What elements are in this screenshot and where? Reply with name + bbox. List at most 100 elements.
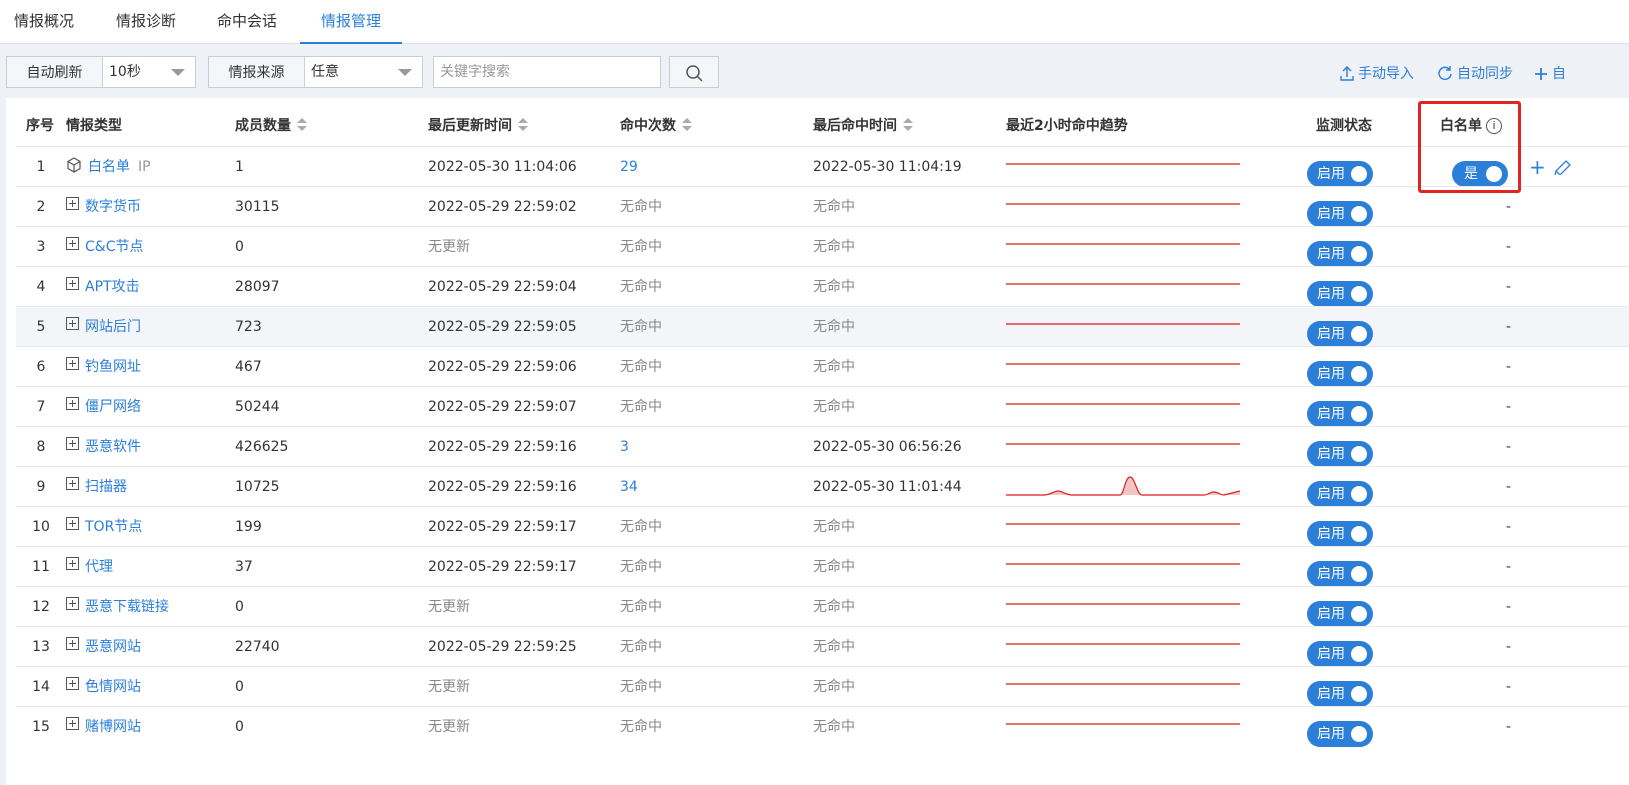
monitor-toggle[interactable]: 启用 <box>1307 521 1373 547</box>
expand-icon[interactable] <box>66 677 79 690</box>
intel-type-cell[interactable]: 钓鱼网址 <box>66 347 141 387</box>
intel-type-cell[interactable]: 代理 <box>66 547 113 587</box>
hit-count[interactable]: 29 <box>620 147 638 187</box>
intel-type-cell[interactable]: APT攻击 <box>66 267 140 307</box>
header-hits[interactable]: 命中次数 <box>620 98 692 146</box>
intel-type-cell[interactable]: 恶意软件 <box>66 427 141 467</box>
monitor-toggle[interactable]: 启用 <box>1307 281 1373 307</box>
intel-type-label[interactable]: 赌博网站 <box>85 719 141 735</box>
intel-type-cell[interactable]: 色情网站 <box>66 667 141 707</box>
expand-icon[interactable] <box>66 597 79 610</box>
expand-icon[interactable] <box>66 317 79 330</box>
trend-sparkline <box>1006 587 1240 627</box>
intel-type-label[interactable]: 恶意软件 <box>85 439 141 455</box>
monitor-toggle-label: 启用 <box>1317 686 1345 702</box>
tab-hit-sessions[interactable]: 命中会话 <box>203 0 291 44</box>
intel-type-label[interactable]: 恶意网站 <box>85 639 141 655</box>
intel-type-label[interactable]: 白名单 <box>88 159 130 175</box>
member-count: 28097 <box>235 279 280 295</box>
monitor-toggle[interactable]: 启用 <box>1307 321 1373 347</box>
sort-icon[interactable] <box>903 118 913 132</box>
expand-icon[interactable] <box>66 397 79 410</box>
monitor-toggle[interactable]: 启用 <box>1307 441 1373 467</box>
intel-type-label[interactable]: 网站后门 <box>85 319 141 335</box>
header-members[interactable]: 成员数量 <box>235 98 307 146</box>
expand-icon[interactable] <box>66 437 79 450</box>
table-row: 13 恶意网站 22740 2022-05-29 22:59:25 无命中 无命中 启用 - <box>16 626 1629 667</box>
intel-type-cell[interactable]: 恶意下载链接 <box>66 587 169 627</box>
auto-refresh-select[interactable]: 10秒 <box>102 56 196 88</box>
monitor-toggle[interactable]: 启用 <box>1307 601 1373 627</box>
toggle-knob <box>1351 286 1367 302</box>
monitor-toggle[interactable]: 启用 <box>1307 641 1373 667</box>
expand-icon[interactable] <box>66 557 79 570</box>
toggle-knob <box>1351 566 1367 582</box>
expand-icon[interactable] <box>66 717 79 730</box>
info-icon[interactable]: i <box>1486 118 1502 134</box>
tab-overview[interactable]: 情报概况 <box>0 0 88 44</box>
intel-type-cell[interactable]: TOR节点 <box>66 507 142 547</box>
intel-type-cell[interactable]: 扫描器 <box>66 467 127 507</box>
intel-type-cell[interactable]: 恶意网站 <box>66 627 141 667</box>
intel-type-label[interactable]: 僵尸网络 <box>85 399 141 415</box>
tab-intel-management[interactable]: 情报管理 <box>300 0 402 44</box>
sort-icon[interactable] <box>518 118 528 132</box>
plus-icon[interactable]: + <box>1529 155 1546 179</box>
monitor-toggle[interactable]: 启用 <box>1307 401 1373 427</box>
hit-count[interactable]: 34 <box>620 467 638 507</box>
intel-type-label[interactable]: C&C节点 <box>85 239 143 255</box>
expand-icon[interactable] <box>66 357 79 370</box>
monitor-toggle[interactable]: 启用 <box>1307 201 1373 227</box>
expand-icon[interactable] <box>66 637 79 650</box>
intel-type-label[interactable]: APT攻击 <box>85 279 140 295</box>
header-last-hit[interactable]: 最后命中时间 <box>813 98 913 146</box>
manual-import-button[interactable]: 手动导入 <box>1340 64 1414 84</box>
whitelist-status: - <box>1506 239 1512 255</box>
expand-icon[interactable] <box>66 237 79 250</box>
intel-type-label[interactable]: 扫描器 <box>85 479 127 495</box>
intel-type-label[interactable]: 数字货币 <box>85 199 141 215</box>
add-button[interactable]: 自 <box>1534 64 1566 84</box>
keyword-search-input[interactable] <box>433 56 661 88</box>
intel-type-label[interactable]: 色情网站 <box>85 679 141 695</box>
sort-icon[interactable] <box>297 118 307 132</box>
monitor-toggle[interactable]: 启用 <box>1307 681 1373 707</box>
intel-type-cell[interactable]: 僵尸网络 <box>66 387 141 427</box>
intel-source-select[interactable]: 任意 <box>304 56 423 88</box>
last-hit-time: 2022-05-30 11:04:19 <box>813 159 962 175</box>
expand-icon[interactable] <box>66 517 79 530</box>
sort-icon[interactable] <box>682 118 692 132</box>
monitor-toggle[interactable]: 启用 <box>1307 241 1373 267</box>
intel-type-label[interactable]: TOR节点 <box>85 519 142 535</box>
expand-icon[interactable] <box>66 277 79 290</box>
intel-type-cell[interactable]: C&C节点 <box>66 227 143 267</box>
whitelist-toggle[interactable]: 是 <box>1452 161 1508 187</box>
monitor-toggle[interactable]: 启用 <box>1307 561 1373 587</box>
monitor-toggle[interactable]: 启用 <box>1307 481 1373 507</box>
row-index: 7 <box>36 399 46 415</box>
member-count: 0 <box>235 679 244 695</box>
whitelist-toggle-label: 是 <box>1464 166 1478 182</box>
expand-icon[interactable] <box>66 197 79 210</box>
hit-count[interactable]: 3 <box>620 427 629 467</box>
monitor-status: 启用 <box>1307 677 1373 707</box>
monitor-toggle[interactable]: 启用 <box>1307 361 1373 387</box>
intel-type-cell[interactable]: 数字货币 <box>66 187 141 227</box>
monitor-toggle[interactable]: 启用 <box>1307 161 1373 187</box>
expand-icon[interactable] <box>66 477 79 490</box>
tab-diagnosis[interactable]: 情报诊断 <box>102 0 190 44</box>
intel-type-label[interactable]: 钓鱼网址 <box>85 359 141 375</box>
intel-type-label[interactable]: 恶意下载链接 <box>85 599 169 615</box>
intel-type-cell[interactable]: 网站后门 <box>66 307 141 347</box>
toggle-knob <box>1351 166 1367 182</box>
intel-type-label[interactable]: 代理 <box>85 559 113 575</box>
last-updated: 2022-05-29 22:59:17 <box>428 559 577 575</box>
auto-sync-button[interactable]: 自动同步 <box>1437 64 1513 84</box>
header-updated[interactable]: 最后更新时间 <box>428 98 528 146</box>
monitor-toggle[interactable]: 启用 <box>1307 721 1373 747</box>
edit-icon[interactable] <box>1554 159 1572 176</box>
intel-type-cell[interactable]: 白名单 IP <box>66 147 151 187</box>
trend-sparkline <box>1006 387 1240 427</box>
search-button[interactable] <box>669 56 719 88</box>
intel-type-cell[interactable]: 赌博网站 <box>66 707 141 747</box>
